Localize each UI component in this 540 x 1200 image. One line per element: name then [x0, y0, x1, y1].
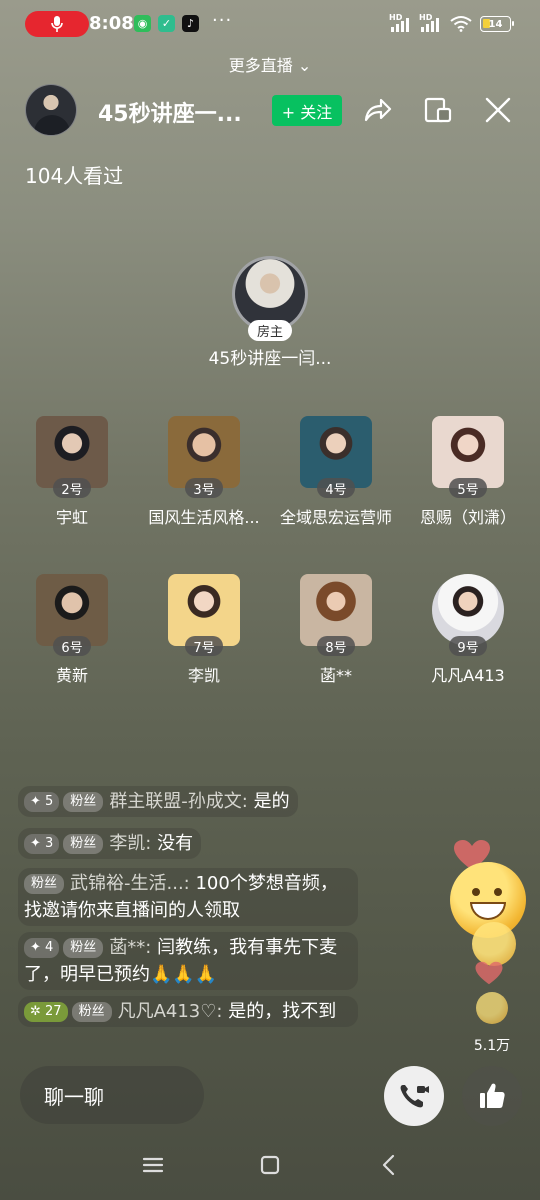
- seat-name: 恩赐（刘潇）: [419, 508, 516, 527]
- like-button[interactable]: [462, 1066, 522, 1126]
- signal-icon-2: [421, 18, 439, 32]
- seat-number: 7号: [185, 636, 223, 656]
- clock: 8:08: [89, 13, 134, 34]
- comment-item[interactable]: ✦ 3 粉丝 李凯: 没有: [18, 828, 202, 859]
- back-icon[interactable]: [374, 1150, 404, 1180]
- level-badge: ✦ 3: [24, 834, 60, 854]
- viewer-count: 104人看过: [25, 164, 124, 188]
- close-icon[interactable]: [482, 94, 514, 126]
- home-icon[interactable]: [255, 1150, 285, 1180]
- comment-text: 是的，找不到: [222, 1001, 337, 1022]
- status-bar: 8:08 ◉ ✓ ♪ ··· HD HD 14: [0, 0, 540, 48]
- seat-number: 4号: [317, 478, 355, 498]
- wink-emoji-icon: [476, 992, 508, 1024]
- owner-badge: 房主: [248, 320, 292, 341]
- comment-item[interactable]: ✲ 27 粉丝 凡凡A413♡: 是的，找不到: [18, 996, 358, 1027]
- host-avatar[interactable]: [25, 84, 77, 136]
- seat-name: 全域思宏运营师: [279, 508, 392, 527]
- follow-button[interactable]: + 关注: [272, 95, 342, 126]
- owner-name: 45秒讲座一闫...: [208, 349, 332, 369]
- level-badge: ✦ 5: [24, 792, 60, 812]
- commenter-name[interactable]: 李凯:: [109, 833, 151, 854]
- wechat-icon: ◉: [134, 15, 151, 32]
- fan-badge: 粉丝: [63, 938, 104, 958]
- mic-recording-indicator[interactable]: [25, 11, 89, 37]
- more-notifications-icon: ···: [212, 10, 233, 31]
- chat-input[interactable]: 聊一聊: [20, 1066, 204, 1124]
- comment-item[interactable]: ✦ 5 粉丝 群主联盟-孙成文: 是的: [18, 786, 298, 817]
- level-badge: ✦ 4: [24, 938, 60, 958]
- comment-text: 没有: [151, 833, 194, 854]
- fan-badge: 粉丝: [71, 1002, 112, 1022]
- seat-name: 宇虹: [55, 508, 88, 527]
- wifi-icon: [450, 16, 472, 32]
- seat-number: 8号: [317, 636, 355, 656]
- phone-video-icon: [400, 1085, 429, 1108]
- call-button[interactable]: [384, 1066, 444, 1126]
- seat-name: 李凯: [187, 666, 220, 685]
- seat-number: 5号: [449, 478, 487, 498]
- commenter-name[interactable]: 菡**:: [109, 937, 151, 958]
- fan-badge: 粉丝: [24, 874, 65, 894]
- comment-text: 是的: [247, 791, 290, 812]
- seat-name: 凡凡A413: [431, 666, 505, 685]
- seat-number: 2号: [53, 478, 91, 498]
- more-live-dropdown[interactable]: 更多直播 ⌄: [0, 52, 540, 76]
- commenter-name[interactable]: 武锦裕-生活...:: [70, 873, 190, 894]
- fan-badge: 粉丝: [63, 834, 104, 854]
- chat-placeholder: 聊一聊: [44, 1084, 104, 1109]
- signal-icon: [391, 18, 409, 32]
- tiktok-icon: ♪: [182, 15, 199, 32]
- battery-icon: 14: [480, 16, 514, 32]
- menu-icon[interactable]: [138, 1150, 168, 1180]
- battery-level: 14: [488, 18, 503, 30]
- small-heart-icon: [475, 961, 503, 985]
- seat-number: 6号: [53, 636, 91, 656]
- seat-name: 黄新: [55, 666, 88, 685]
- seat-number: 3号: [185, 478, 223, 498]
- microphone-icon: [51, 16, 63, 32]
- share-icon[interactable]: [361, 94, 393, 126]
- thumbs-up-icon: [480, 1083, 505, 1108]
- comment-item[interactable]: 粉丝 武锦裕-生活...: 100个梦想音频，找邀请你来直播间的人领取: [18, 868, 358, 926]
- level-badge: ✲ 27: [24, 1002, 68, 1022]
- fan-badge: 粉丝: [63, 792, 104, 812]
- seat-name: 国风生活风格...: [148, 508, 260, 527]
- seat-name: 菡**: [319, 666, 352, 685]
- commenter-name[interactable]: 凡凡A413♡:: [118, 1001, 223, 1022]
- room-title[interactable]: 45秒讲座一...: [98, 96, 242, 128]
- like-count: 5.1万: [473, 1038, 511, 1054]
- shield-icon: ✓: [158, 15, 175, 32]
- seat-number: 9号: [449, 636, 487, 656]
- comment-item[interactable]: ✦ 4 粉丝 菡**: 闫教练，我有事先下麦了，明早已预约🙏🙏🙏: [18, 932, 358, 990]
- floating-window-icon[interactable]: [422, 94, 454, 126]
- commenter-name[interactable]: 群主联盟-孙成文:: [109, 791, 248, 812]
